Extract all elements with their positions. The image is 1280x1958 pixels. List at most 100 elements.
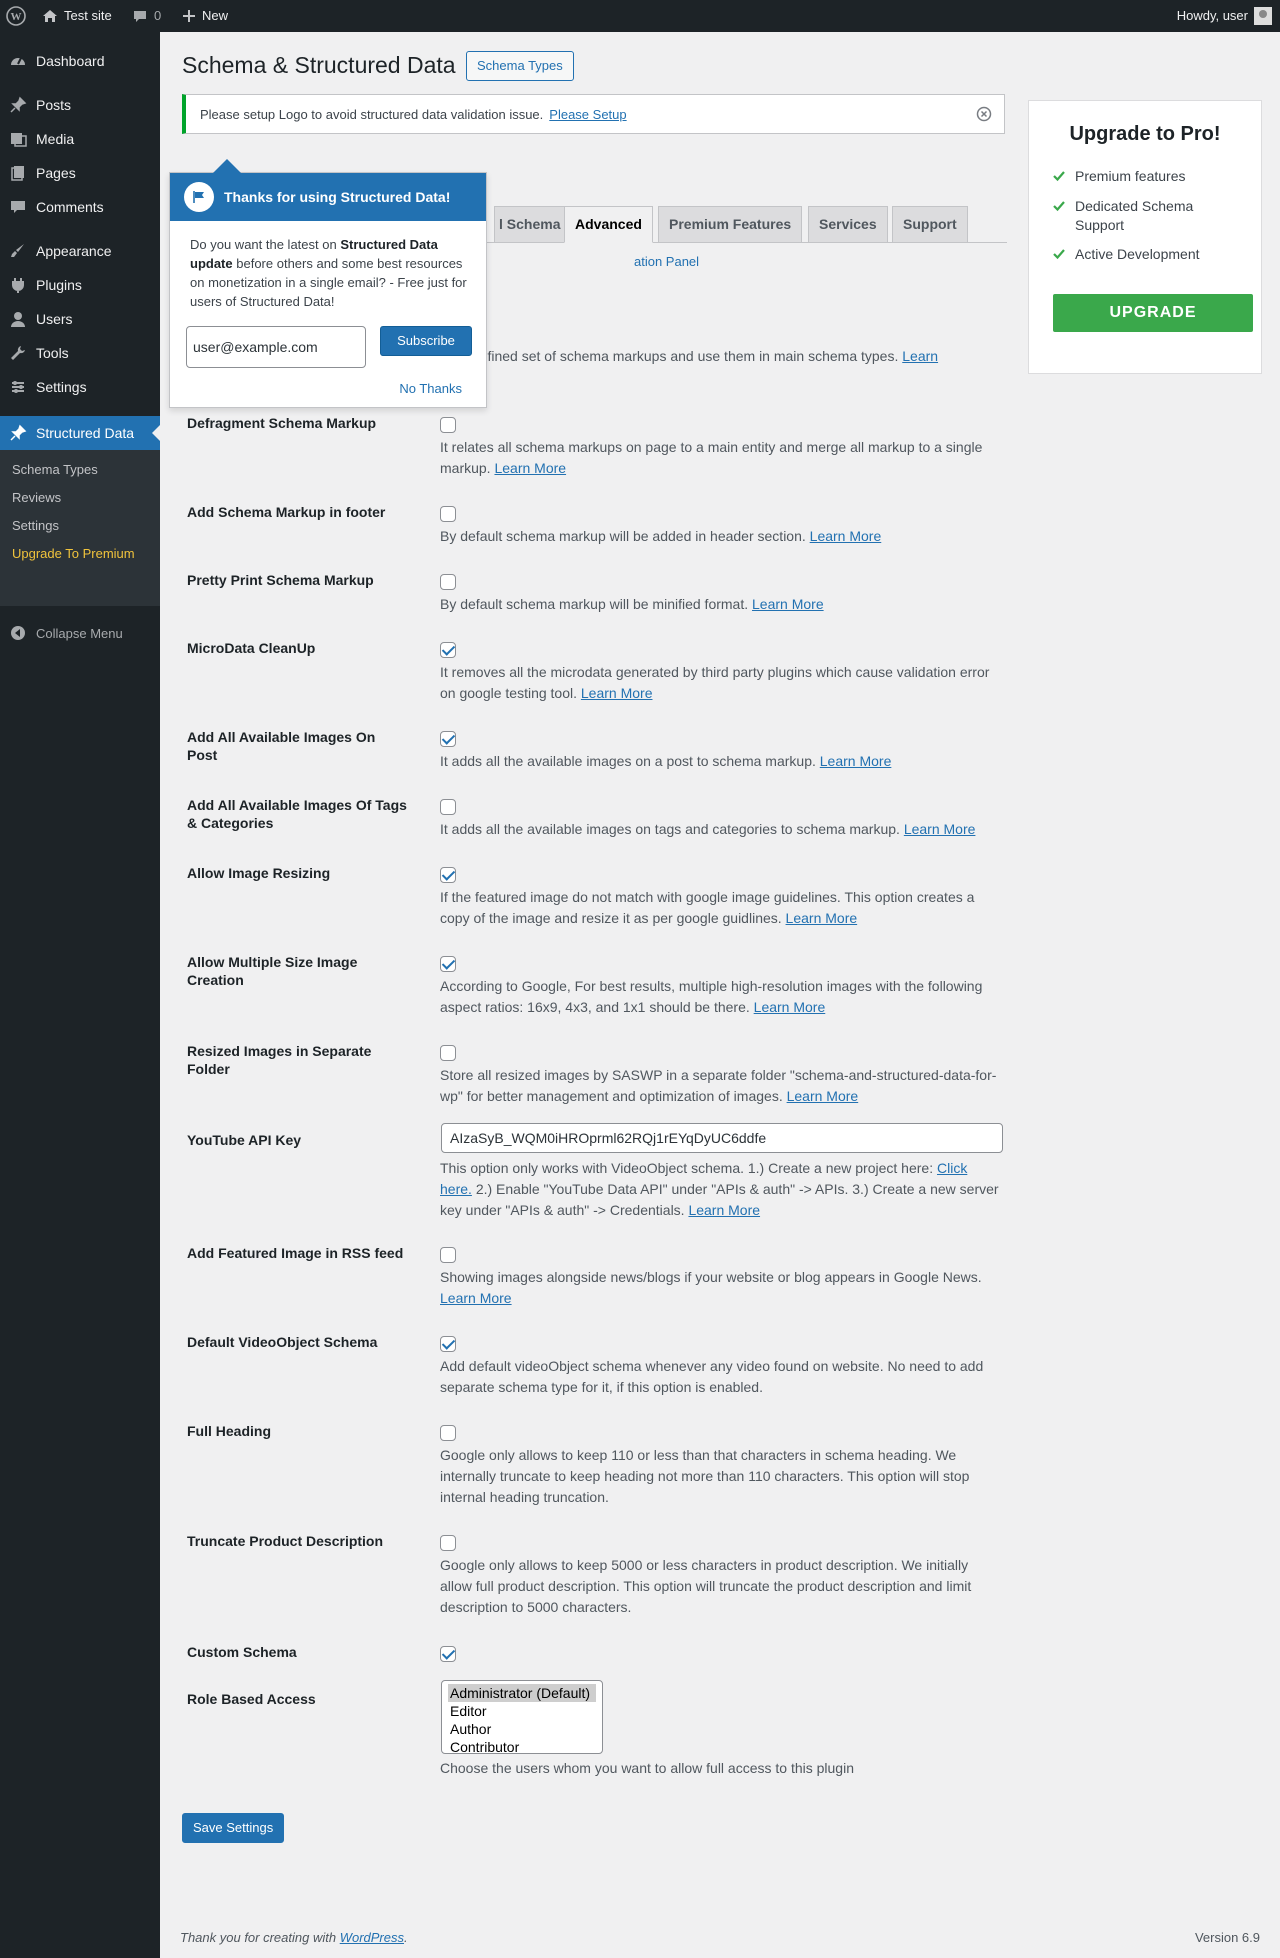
email-field[interactable] xyxy=(186,326,366,368)
no-thanks-link[interactable]: No Thanks xyxy=(399,381,462,396)
comments-link[interactable]: 0 xyxy=(132,0,161,32)
separate-folder-checkbox[interactable] xyxy=(440,1045,456,1061)
upgrade-button[interactable]: UPGRADE xyxy=(1053,294,1253,332)
tab-advanced[interactable]: Advanced xyxy=(564,206,653,243)
new-content-link[interactable]: New xyxy=(182,0,228,32)
please-setup-link[interactable]: Please Setup xyxy=(549,107,626,122)
learn-more-link[interactable]: Learn More xyxy=(752,596,824,612)
learn-more-link[interactable]: Learn More xyxy=(786,910,858,926)
default-videoobject-checkbox[interactable] xyxy=(440,1336,456,1352)
dismiss-icon[interactable] xyxy=(976,106,992,122)
menu-posts[interactable]: Posts xyxy=(0,88,160,122)
save-settings-button[interactable]: Save Settings xyxy=(182,1813,285,1843)
setting-description: Store all resized images by SASWP in a s… xyxy=(440,1065,1000,1107)
site-name: Test site xyxy=(64,8,112,23)
row-description: a predefined set of schema markups and u… xyxy=(440,346,1000,367)
site-name-link[interactable]: Test site xyxy=(42,0,112,32)
setting-label: Add All Available Images On Post xyxy=(187,729,376,763)
microdata-cleanup-checkbox[interactable] xyxy=(440,642,456,658)
submenu-upgrade-to-premium[interactable]: Upgrade To Premium xyxy=(12,546,135,561)
tab-services[interactable]: Services xyxy=(808,206,888,243)
wordpress-logo-icon[interactable]: W xyxy=(6,0,28,32)
menu-pages[interactable]: Pages xyxy=(0,156,160,190)
wordpress-link[interactable]: WordPress xyxy=(340,1930,404,1945)
learn-link[interactable]: Learn xyxy=(902,348,938,364)
learn-more-link[interactable]: Learn More xyxy=(810,528,882,544)
images-on-post-checkbox[interactable] xyxy=(440,731,456,747)
description-text: If the featured image do not match with … xyxy=(440,889,975,926)
brush-icon xyxy=(0,242,36,260)
account-menu[interactable]: Howdy, user xyxy=(1177,0,1272,32)
tab-schema[interactable]: l Schema xyxy=(494,206,572,243)
truncate-description-checkbox[interactable] xyxy=(440,1535,456,1551)
role-access-select[interactable]: Administrator (Default) Editor Author Co… xyxy=(441,1680,603,1756)
menu-dashboard[interactable]: Dashboard xyxy=(0,44,160,78)
learn-more-link[interactable]: Learn More xyxy=(440,1290,512,1306)
footer-markup-checkbox[interactable] xyxy=(440,506,456,522)
upgrade-pro-box: Upgrade to Pro! Premium features Dedicat… xyxy=(1028,100,1262,374)
menu-tools[interactable]: Tools xyxy=(0,336,160,370)
custom-schema-checkbox[interactable] xyxy=(440,1646,456,1662)
svg-text:W: W xyxy=(11,11,22,23)
home-icon xyxy=(43,10,57,22)
menu-settings[interactable]: Settings xyxy=(0,370,160,404)
select-option[interactable]: Contributor xyxy=(448,1738,596,1756)
setting-label: YouTube API Key xyxy=(187,1132,302,1148)
submenu-schema-types[interactable]: Schema Types xyxy=(12,462,98,477)
description-text: By default schema markup will be added i… xyxy=(440,528,806,544)
menu-plugins[interactable]: Plugins xyxy=(0,268,160,302)
menu-comments[interactable]: Comments xyxy=(0,190,160,224)
select-option[interactable]: Author xyxy=(448,1720,596,1738)
setting-label: Add All Available Images Of Tags & Categ… xyxy=(187,797,407,831)
learn-more-link[interactable]: Learn More xyxy=(494,460,566,476)
menu-media[interactable]: Media xyxy=(0,122,160,156)
learn-more-link[interactable]: Learn More xyxy=(820,753,892,769)
tab-premium-features[interactable]: Premium Features xyxy=(658,206,803,243)
defragment-checkbox[interactable] xyxy=(440,417,456,433)
setting-label: Default VideoObject Schema xyxy=(187,1334,378,1350)
images-tags-categories-checkbox[interactable] xyxy=(440,799,456,815)
submenu-reviews[interactable]: Reviews xyxy=(12,490,61,505)
learn-more-link[interactable]: Learn More xyxy=(787,1088,859,1104)
image-resizing-checkbox[interactable] xyxy=(440,867,456,883)
menu-label: Comments xyxy=(36,199,104,215)
feature-text: Premium features xyxy=(1075,168,1186,184)
setting-description: Google only allows to keep 5000 or less … xyxy=(440,1555,1000,1618)
description-text: According to Google, For best results, m… xyxy=(440,978,983,1015)
setting-label: Allow Multiple Size Image Creation xyxy=(187,954,358,988)
tab-support[interactable]: Support xyxy=(892,206,968,243)
submenu-settings[interactable]: Settings xyxy=(12,518,59,533)
comment-icon xyxy=(134,11,146,22)
rss-featured-image-checkbox[interactable] xyxy=(440,1247,456,1263)
user-icon xyxy=(0,310,36,328)
subtab-link[interactable]: ation Panel xyxy=(634,254,699,269)
select-option[interactable]: Administrator (Default) xyxy=(448,1684,596,1702)
youtube-api-key-input[interactable] xyxy=(441,1123,1003,1153)
comments-count: 0 xyxy=(154,8,162,23)
learn-more-link[interactable]: Learn More xyxy=(581,685,653,701)
pro-feature: Dedicated Schema Support xyxy=(1053,197,1243,235)
setting-description: It removes all the microdata generated b… xyxy=(440,662,1000,704)
comment-icon xyxy=(0,198,36,216)
setting-description: Choose the users whom you want to allow … xyxy=(440,1760,854,1776)
learn-more-link[interactable]: Learn More xyxy=(904,821,976,837)
select-option[interactable]: Editor xyxy=(448,1702,596,1720)
learn-more-link[interactable]: Learn More xyxy=(754,999,826,1015)
collapse-menu-button[interactable]: Collapse Menu xyxy=(0,620,160,646)
setting-label: Allow Image Resizing xyxy=(187,865,331,881)
pretty-print-checkbox[interactable] xyxy=(440,574,456,590)
setting-label: Add Schema Markup in footer xyxy=(187,504,386,520)
full-heading-checkbox[interactable] xyxy=(440,1425,456,1441)
subscribe-button[interactable]: Subscribe xyxy=(380,326,472,356)
setup-logo-notice: Please setup Logo to avoid structured da… xyxy=(182,94,1005,134)
menu-structured-data[interactable]: Structured Data xyxy=(0,416,160,450)
menu-users[interactable]: Users xyxy=(0,302,160,336)
menu-appearance[interactable]: Appearance xyxy=(0,234,160,268)
description-text: Add default videoObject schema whenever … xyxy=(440,1358,984,1395)
learn-more-link[interactable]: Learn More xyxy=(688,1202,760,1218)
description-text: By default schema markup will be minifie… xyxy=(440,596,749,612)
schema-types-button[interactable]: Schema Types xyxy=(466,51,574,81)
multiple-size-image-checkbox[interactable] xyxy=(440,956,456,972)
setting-description: Google only allows to keep 110 or less t… xyxy=(440,1445,1000,1508)
setting-description: By default schema markup will be added i… xyxy=(440,526,1000,547)
